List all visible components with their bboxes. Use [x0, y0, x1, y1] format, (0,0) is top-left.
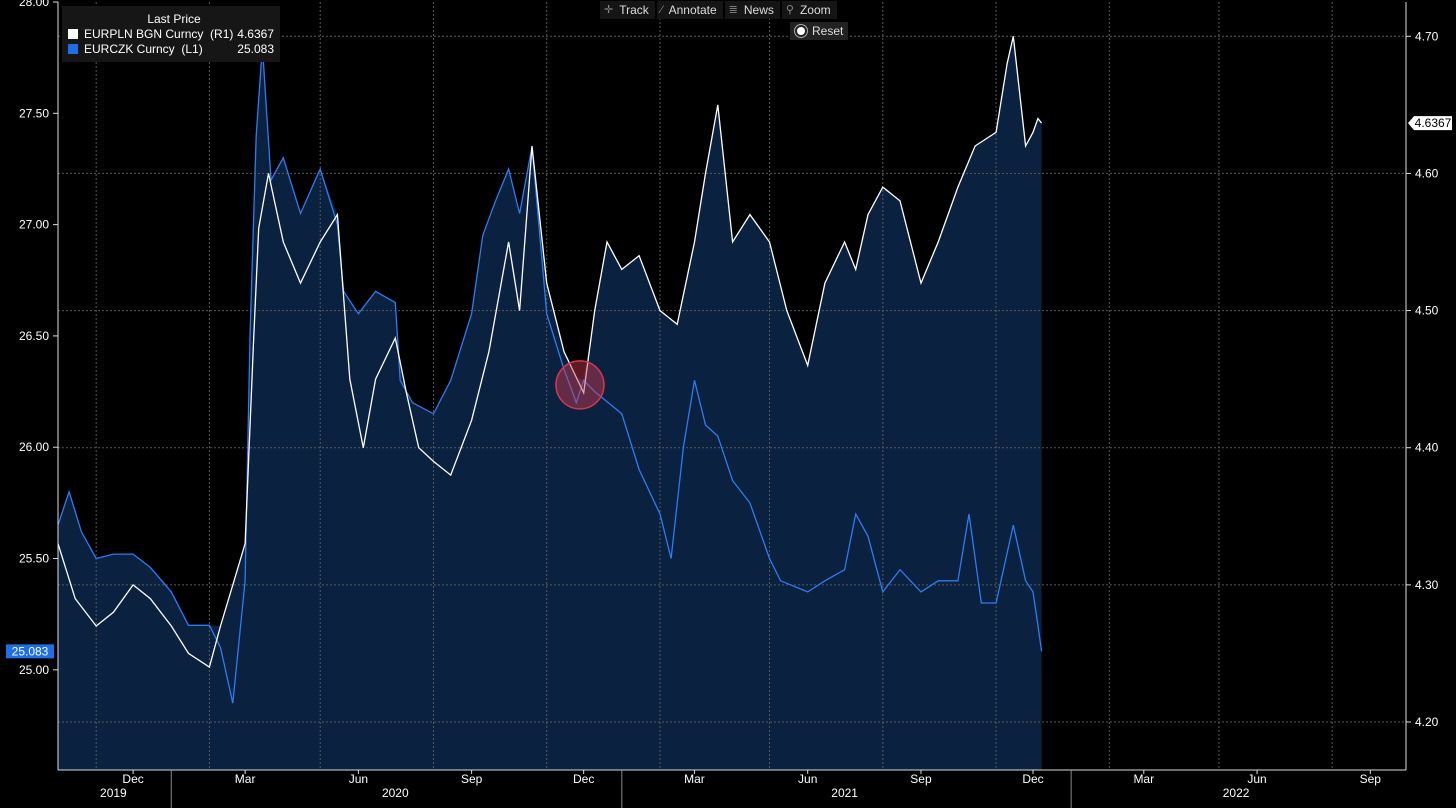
x-tick-label: Dec — [573, 772, 594, 786]
chart-canvas: 25.00 25.50 26.00 26.50 27.00 27.50 28.00 4.20 4… — [6, 0, 1452, 808]
x-tick-label: Sep — [1360, 772, 1382, 786]
y-left-tick-label: 27.00 — [19, 218, 49, 232]
reset-label: Reset — [812, 24, 844, 38]
year-label: 2022 — [1223, 786, 1250, 800]
track-label: Track — [619, 3, 649, 17]
year-label: 2019 — [100, 786, 127, 800]
y-right-tick-label: 4.20 — [1415, 715, 1439, 729]
track-button[interactable]: ✛ Track — [600, 1, 655, 19]
legend: Last Price EURPLN BGN Curncy (R1) 4.6367… — [62, 6, 280, 62]
crosshair-icon: ✛ — [604, 4, 614, 16]
highlight-circle — [555, 360, 605, 410]
series-area-fill — [58, 36, 1042, 771]
chart-toolbar: ✛ Track ⁄ Annotate ≣ News ⚲ Zoom — [600, 1, 837, 21]
x-tick-label: Mar — [684, 772, 705, 786]
y-left-tick-label: 28.00 — [19, 0, 49, 9]
y-left-tick-label: 27.50 — [19, 106, 49, 120]
news-label: News — [743, 3, 774, 17]
y-right-tick-label: 4.70 — [1415, 29, 1439, 43]
y-left-tick-label: 25.50 — [19, 552, 49, 566]
x-tick-label: Jun — [798, 772, 817, 786]
legend-label-eurpln: EURPLN BGN Curncy (R1) — [84, 27, 234, 41]
legend-swatch-eurczk — [68, 44, 78, 54]
y-right-tick-label: 4.40 — [1415, 441, 1439, 455]
x-tick-label: Sep — [910, 772, 932, 786]
x-tick-label: Jun — [1247, 772, 1266, 786]
legend-label-eurczk: EURCZK Curncy (L1) — [84, 42, 203, 56]
y-right-tick-label: 4.50 — [1415, 304, 1439, 318]
x-tick-label: Dec — [1022, 772, 1043, 786]
x-tick-label: Jun — [349, 772, 368, 786]
reset-button[interactable]: Reset — [790, 22, 849, 40]
legend-item-eurczk[interactable]: EURCZK Curncy (L1) 25.083 — [68, 42, 280, 56]
reset-icon — [797, 27, 805, 35]
year-label: 2020 — [382, 786, 409, 800]
zoom-label: Zoom — [799, 3, 831, 17]
legend-item-eurpln[interactable]: EURPLN BGN Curncy (R1) 4.6367 — [68, 27, 280, 41]
y-left-tick-label: 25.00 — [19, 663, 49, 677]
annotate-button[interactable]: ⁄ Annotate — [656, 1, 723, 19]
x-tick-label: Mar — [235, 772, 256, 786]
y-left-tick-label: 26.50 — [19, 329, 49, 343]
legend-header: Last Price — [147, 12, 201, 26]
x-tick-label: Sep — [461, 772, 483, 786]
magnifier-icon: ⚲ — [785, 4, 794, 16]
annotate-label: Annotate — [668, 3, 717, 17]
y-left-tick-label: 26.00 — [19, 440, 49, 454]
legend-value-eurczk: 25.083 — [237, 42, 274, 56]
legend-value-eurpln: 4.6367 — [237, 27, 274, 41]
legend-swatch-eurpln — [68, 29, 78, 39]
x-tick-label: Mar — [1133, 772, 1154, 786]
last-value-label-left: 25.083 — [12, 644, 49, 658]
news-icon: ≣ — [728, 4, 738, 16]
pencil-icon: ⁄ — [660, 4, 663, 16]
x-tick-label: Dec — [122, 772, 143, 786]
news-button[interactable]: ≣ News — [724, 1, 780, 19]
last-value-label-right: 4.6367 — [1415, 116, 1452, 130]
year-label: 2021 — [831, 786, 858, 800]
y-right-tick-label: 4.30 — [1415, 578, 1439, 592]
zoom-button[interactable]: ⚲ Zoom — [781, 1, 837, 19]
y-right-tick-label: 4.60 — [1415, 166, 1439, 180]
